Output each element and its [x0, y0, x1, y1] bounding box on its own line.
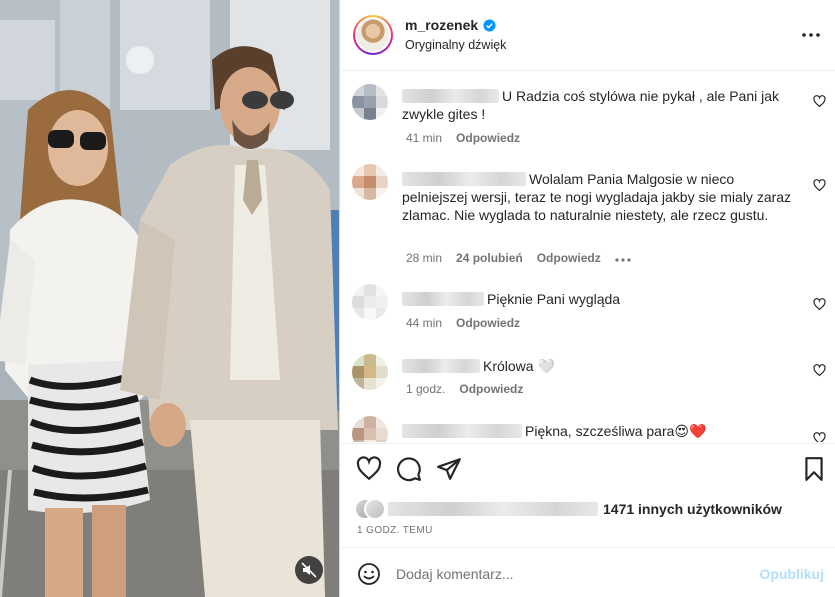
emoji-icon[interactable] — [357, 562, 381, 586]
post-media[interactable] — [0, 0, 339, 597]
comment-text: Piękna, szcześliwa para😍❤️ — [525, 423, 707, 439]
comment-more-button[interactable] — [615, 251, 631, 265]
author-row: m_rozenek — [405, 17, 496, 33]
reply-button[interactable]: Odpowiedz — [456, 316, 520, 330]
reply-button[interactable]: Odpowiedz — [459, 382, 523, 396]
comment-meta: 1 godz. Odpowiedz — [406, 382, 523, 396]
commenter-avatar[interactable] — [352, 284, 388, 320]
commenter-avatar[interactable] — [352, 416, 388, 442]
speaker-muted-icon — [301, 562, 317, 578]
comment-time[interactable]: 41 min — [406, 131, 442, 145]
comment-time[interactable]: 28 min — [406, 251, 442, 265]
like-comment-heart-icon[interactable] — [813, 298, 826, 311]
comment-meta: 28 min 24 polubień Odpowiedz — [406, 251, 631, 265]
commenter-username-blurred[interactable] — [402, 424, 522, 438]
comment-text-block: Piękna, szcześliwa para😍❤️ — [402, 422, 800, 440]
share-paper-plane-icon[interactable] — [436, 456, 462, 482]
commenter-username-blurred[interactable] — [402, 292, 484, 306]
post-actions: 1471 innych użytkowników 1 GODZ. TEMU — [340, 443, 835, 553]
comment-likes[interactable]: 24 polubień — [456, 251, 523, 265]
post-header: m_rozenek Oryginalny dźwięk — [340, 0, 835, 71]
post-panel: m_rozenek Oryginalny dźwięk U Radzia coś… — [339, 0, 835, 597]
like-comment-heart-icon[interactable] — [813, 432, 826, 442]
liker-username-blurred[interactable] — [388, 502, 598, 516]
more-options-button[interactable] — [800, 24, 822, 46]
comment-text-block: Pięknie Pani wygląda — [402, 290, 800, 308]
comment-item: Pięknie Pani wygląda 44 min Odpowiedz — [340, 284, 835, 348]
commenter-username-blurred[interactable] — [402, 359, 480, 373]
comment-item: Piękna, szcześliwa para😍❤️ — [340, 416, 835, 442]
comment-text: Królowa 🤍 — [483, 358, 555, 374]
commenter-avatar[interactable] — [352, 354, 388, 390]
commenter-username-blurred[interactable] — [402, 89, 499, 103]
publish-button[interactable]: Opublikuj — [759, 566, 824, 582]
comment-input[interactable] — [396, 562, 746, 586]
likes-count-text[interactable]: 1471 innych użytkowników — [603, 501, 782, 517]
audio-label[interactable]: Oryginalny dźwięk — [405, 38, 506, 52]
author-username[interactable]: m_rozenek — [405, 17, 478, 33]
comment-time[interactable]: 44 min — [406, 316, 442, 330]
verified-badge-icon — [483, 18, 496, 32]
like-comment-heart-icon[interactable] — [813, 179, 826, 192]
mute-button[interactable] — [295, 556, 323, 584]
comment-item: U Radzia coś stylówa nie pykał , ale Pan… — [340, 80, 835, 170]
liker-avatars — [354, 497, 386, 521]
like-comment-heart-icon[interactable] — [813, 95, 826, 108]
comment-meta: 41 min Odpowiedz — [406, 131, 520, 145]
comment-bubble-icon[interactable] — [396, 456, 422, 482]
author-avatar[interactable] — [353, 15, 393, 55]
comment-composer: Opublikuj — [340, 547, 835, 597]
comment-time[interactable]: 1 godz. — [406, 382, 445, 396]
commenter-avatar[interactable] — [352, 164, 388, 200]
commenter-avatar[interactable] — [352, 84, 388, 120]
comment-item: Królowa 🤍 1 godz. Odpowiedz — [340, 354, 835, 414]
comments-list[interactable]: U Radzia coś stylówa nie pykał , ale Pan… — [340, 72, 835, 442]
commenter-username-blurred[interactable] — [402, 172, 526, 186]
comment-text-block: U Radzia coś stylówa nie pykał , ale Pan… — [402, 87, 800, 123]
comment-text-block: Wolalam Pania Malgosie w nieco pelniejsz… — [402, 170, 800, 224]
like-comment-heart-icon[interactable] — [813, 364, 826, 377]
comment-item: Wolalam Pania Malgosie w nieco pelniejsz… — [340, 164, 835, 284]
reply-button[interactable]: Odpowiedz — [537, 251, 601, 265]
save-bookmark-icon[interactable] — [801, 456, 827, 482]
like-heart-icon[interactable] — [356, 456, 382, 482]
comment-text-block: Królowa 🤍 — [402, 357, 800, 375]
post-photo — [0, 0, 339, 597]
more-horizontal-icon — [615, 258, 631, 262]
reply-button[interactable]: Odpowiedz — [456, 131, 520, 145]
post-timestamp[interactable]: 1 GODZ. TEMU — [357, 525, 433, 536]
comment-text: Pięknie Pani wygląda — [487, 291, 621, 307]
more-horizontal-icon — [802, 33, 820, 37]
likes-summary[interactable]: 1471 innych użytkowników — [354, 497, 782, 521]
comment-meta: 44 min Odpowiedz — [406, 316, 520, 330]
